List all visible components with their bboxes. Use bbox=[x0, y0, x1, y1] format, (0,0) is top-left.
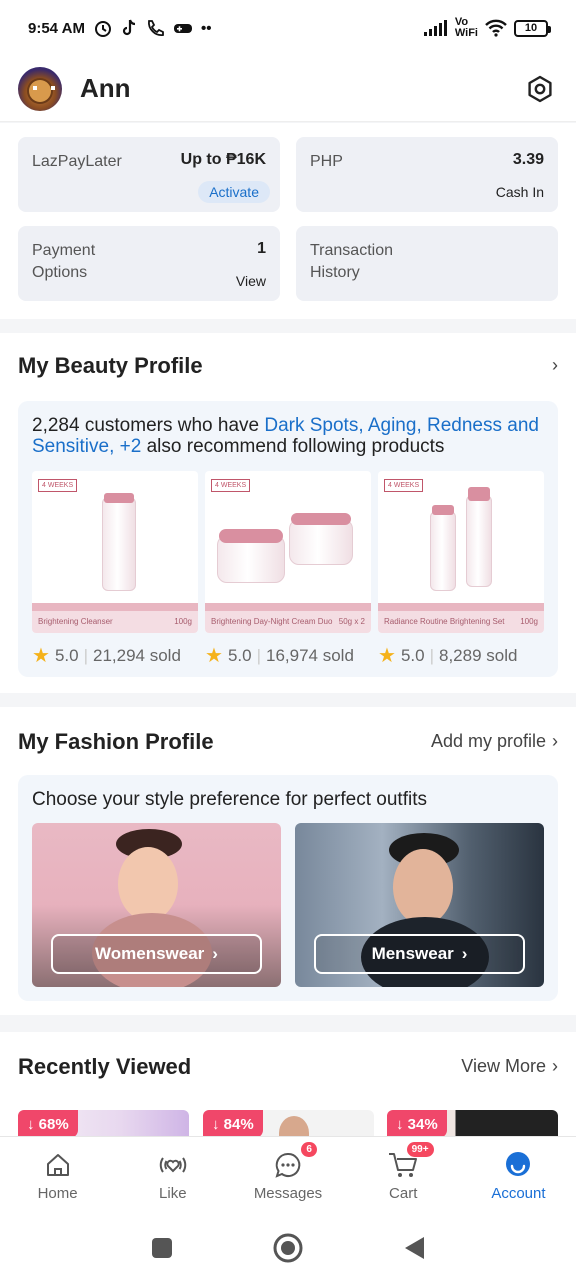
nav-account[interactable]: Account bbox=[461, 1137, 576, 1216]
arrow-down-icon: ↓ bbox=[212, 1115, 224, 1133]
style-preference-panel: Choose your style preference for perfect… bbox=[18, 775, 558, 1001]
chevron-right-icon: › bbox=[461, 944, 468, 963]
beauty-profile-title: My Beauty Profile bbox=[18, 353, 203, 378]
wallet-section: LazPayLater Up to ₱16K Activate PHP 3.39… bbox=[0, 123, 576, 319]
app-root: 9:54 AM •• Vo WiFi 10 Ann LazPayLater Up … bbox=[0, 0, 576, 1280]
product-tag: 4 WEEKS bbox=[211, 479, 251, 492]
beauty-profile-arrow[interactable]: › bbox=[552, 355, 558, 376]
recently-viewed-title: Recently Viewed bbox=[18, 1054, 192, 1079]
chevron-right-icon: › bbox=[212, 944, 218, 963]
womenswear-card[interactable]: Womenswear › bbox=[32, 823, 281, 987]
view-more-link[interactable]: View More › bbox=[461, 1056, 558, 1077]
view-payment-options-button[interactable]: View bbox=[236, 273, 266, 289]
nav-account-label: Account bbox=[491, 1185, 546, 1202]
phone-call-icon bbox=[148, 20, 164, 36]
status-bar: 9:54 AM •• Vo WiFi 10 bbox=[0, 0, 576, 56]
status-time: 9:54 AM bbox=[28, 19, 85, 37]
back-triangle-icon[interactable] bbox=[402, 1235, 426, 1261]
product-card[interactable]: 4 WEEKS Brightening Day-Night Cream Duo … bbox=[205, 471, 371, 633]
product-name-bar: Brightening Day-Night Cream Duo 50g x 2 bbox=[205, 603, 371, 633]
nav-messages[interactable]: 6 Messages bbox=[230, 1137, 345, 1216]
fashion-profile-section: My Fashion Profile Add my profile › Choos… bbox=[0, 707, 576, 1015]
product-name-bar: Brightening Cleanser 100g bbox=[32, 603, 198, 633]
nav-home[interactable]: Home bbox=[0, 1137, 115, 1216]
account-icon bbox=[502, 1149, 534, 1181]
discount-badge: ↓ 68% bbox=[18, 1110, 78, 1138]
payment-options-count: 1 bbox=[257, 240, 266, 257]
home-circle-icon[interactable] bbox=[272, 1232, 304, 1264]
tiktok-icon bbox=[122, 19, 136, 36]
home-icon bbox=[42, 1149, 74, 1181]
nav-like[interactable]: Like bbox=[115, 1137, 230, 1216]
add-my-profile-link[interactable]: Add my profile › bbox=[431, 731, 558, 752]
activate-button[interactable]: Activate bbox=[198, 181, 270, 203]
more-notifications-icon: •• bbox=[200, 19, 212, 37]
cart-badge: 99+ bbox=[405, 1141, 435, 1158]
style-preference-prompt: Choose your style preference for perfect… bbox=[32, 789, 427, 810]
settings-hexagon-icon bbox=[528, 75, 552, 102]
bottom-navigation: Home Like 6 Messages 99+ Cart Account bbox=[0, 1136, 576, 1216]
nav-cart-label: Cart bbox=[389, 1185, 418, 1202]
fashion-profile-title: My Fashion Profile bbox=[18, 729, 214, 754]
battery-icon: 10 bbox=[514, 19, 551, 37]
lazpaylater-value: Up to ₱16K bbox=[180, 151, 266, 168]
transaction-history-card[interactable]: Transaction History bbox=[296, 226, 558, 301]
product-rating: ★ 5.0 | 21,294 sold bbox=[32, 645, 181, 667]
php-balance: 3.39 bbox=[512, 151, 544, 168]
arrow-down-icon: ↓ bbox=[27, 1115, 39, 1133]
vowifi-indicator: Vo WiFi bbox=[454, 16, 478, 39]
beauty-recommendation-panel: 2,284 customers who have Dark Spots, Agi… bbox=[18, 401, 558, 677]
chevron-right-icon: › bbox=[552, 355, 558, 375]
arrow-down-icon: ↓ bbox=[396, 1115, 408, 1133]
nav-home-label: Home bbox=[37, 1185, 78, 1202]
system-navigation bbox=[0, 1216, 576, 1280]
chat-bubble-icon bbox=[272, 1149, 304, 1181]
product-tag: 4 WEEKS bbox=[38, 479, 78, 492]
discount-badge: ↓ 84% bbox=[203, 1110, 263, 1138]
recently-viewed-section: Recently Viewed View More › ↓ 68% ↓ 84% ↓… bbox=[0, 1032, 576, 1150]
nav-messages-label: Messages bbox=[253, 1185, 323, 1202]
profile-header: Ann bbox=[0, 56, 576, 122]
beauty-profile-section: My Beauty Profile › 2,284 customers who … bbox=[0, 333, 576, 693]
star-icon: ★ bbox=[205, 645, 223, 667]
recent-apps-icon[interactable] bbox=[150, 1236, 174, 1260]
transaction-history-label: Transaction History bbox=[310, 242, 393, 281]
menswear-button[interactable]: Menswear › bbox=[314, 934, 525, 974]
womenswear-button[interactable]: Womenswear › bbox=[51, 934, 262, 974]
settings-button[interactable] bbox=[522, 71, 558, 107]
cash-in-button[interactable]: Cash In bbox=[496, 184, 544, 200]
payment-options-label: Payment Options bbox=[32, 242, 96, 281]
signal-icon bbox=[423, 20, 447, 36]
product-rating: ★ 5.0 | 16,974 sold bbox=[205, 645, 354, 667]
product-name-bar: Radiance Routine Brightening Set 100g bbox=[378, 603, 544, 633]
wifi-icon bbox=[485, 19, 507, 37]
chevron-right-icon: › bbox=[552, 731, 558, 751]
nav-like-label: Like bbox=[159, 1185, 187, 1202]
lazpaylater-label: LazPayLater bbox=[32, 153, 122, 170]
product-rating: ★ 5.0 | 8,289 sold bbox=[378, 645, 518, 667]
lazpaylater-card[interactable]: LazPayLater Up to ₱16K Activate bbox=[18, 137, 280, 212]
php-balance-card[interactable]: PHP 3.39 Cash In bbox=[296, 137, 558, 212]
star-icon: ★ bbox=[32, 645, 50, 667]
payment-options-card[interactable]: Payment Options 1 View bbox=[18, 226, 280, 301]
avatar[interactable] bbox=[18, 66, 62, 111]
chevron-right-icon: › bbox=[552, 1056, 558, 1076]
php-label: PHP bbox=[310, 153, 343, 170]
messages-badge: 6 bbox=[300, 1141, 318, 1158]
alarm-icon bbox=[94, 21, 111, 37]
menswear-card[interactable]: Menswear › bbox=[295, 823, 544, 987]
nav-cart[interactable]: 99+ Cart bbox=[346, 1137, 461, 1216]
product-card[interactable]: 4 WEEKS Radiance Routine Brightening Set… bbox=[378, 471, 544, 633]
heart-signal-icon bbox=[157, 1149, 189, 1181]
username: Ann bbox=[80, 73, 131, 103]
discount-badge: ↓ 34% bbox=[387, 1110, 447, 1138]
gamepad-icon bbox=[173, 24, 192, 33]
product-card[interactable]: 4 WEEKS Brightening Cleanser 100g bbox=[32, 471, 198, 633]
beauty-recommendation-text: 2,284 customers who have Dark Spots, Agi… bbox=[32, 415, 539, 457]
star-icon: ★ bbox=[378, 645, 396, 667]
product-tag: 4 WEEKS bbox=[384, 479, 424, 492]
